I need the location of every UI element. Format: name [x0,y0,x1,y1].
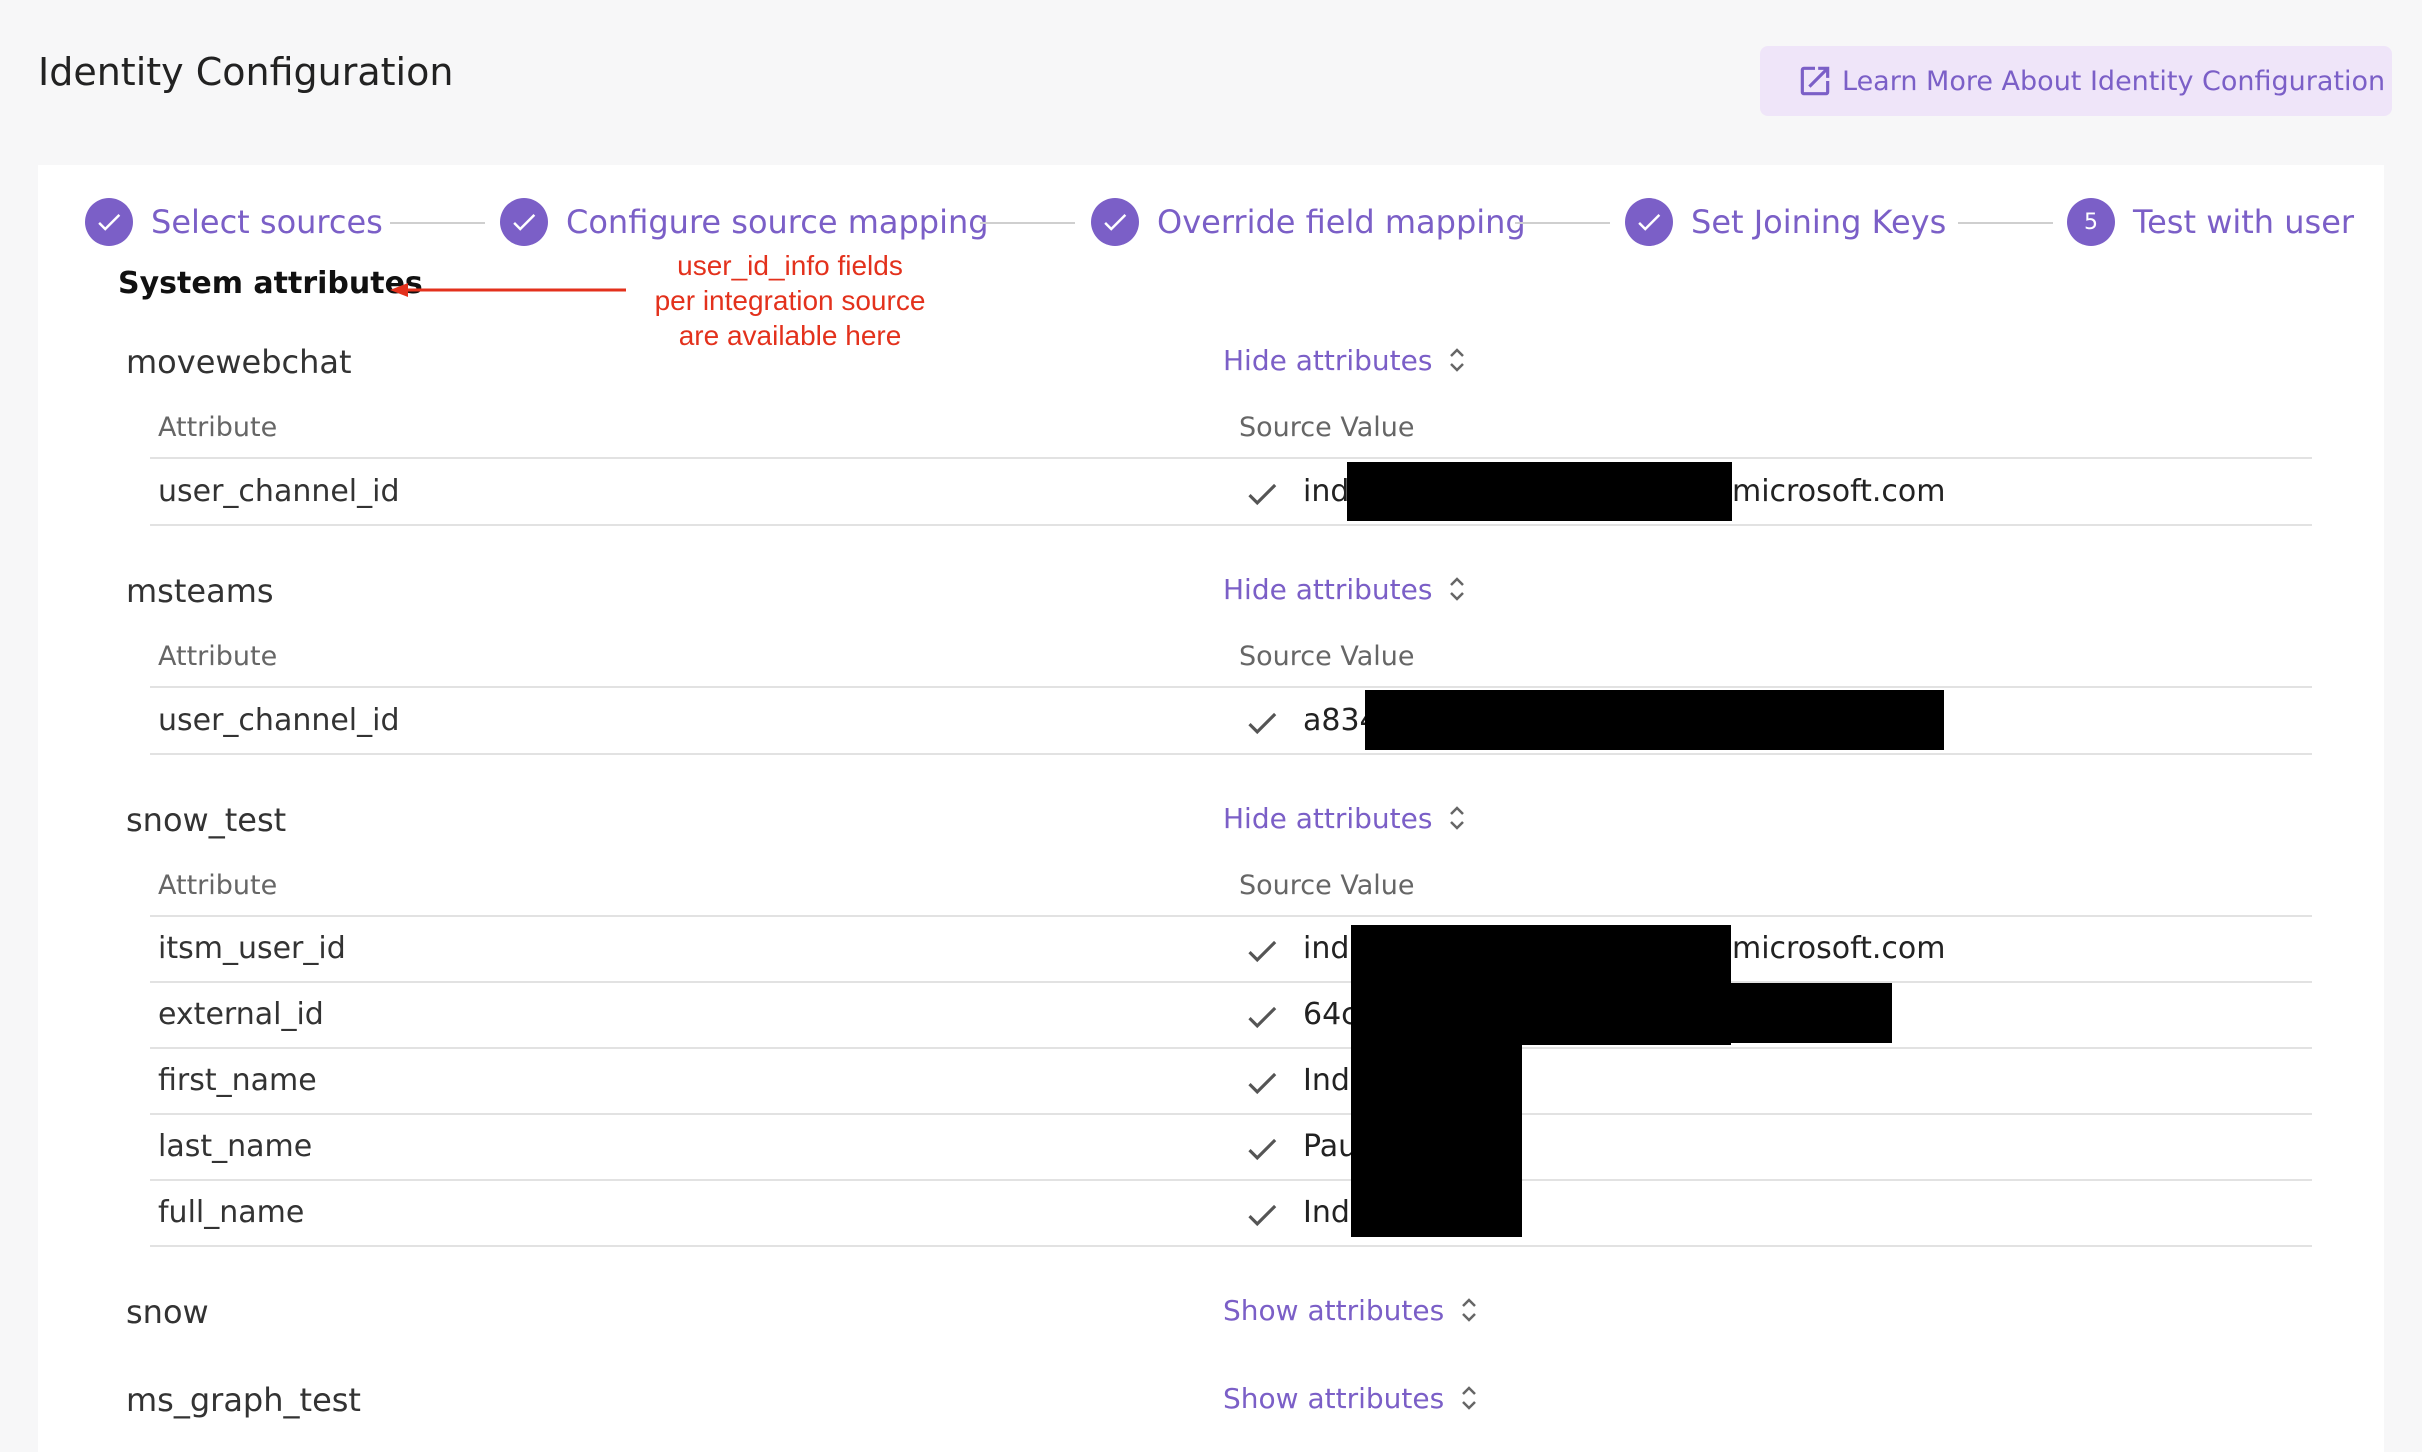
show-attributes-toggle[interactable]: Show attributes [1223,1293,1480,1327]
check-icon [1248,1006,1277,1029]
redaction-box [1347,462,1732,521]
redaction-box [1351,1040,1522,1237]
page-title: Identity Configuration [38,50,454,94]
content-card [38,165,2384,1452]
annotation-note: user_id_info fields per integration sour… [600,248,980,353]
column-header-source-value: Source Value [1239,412,1415,443]
attribute-name: last_name [158,1129,313,1164]
divider [150,524,2312,526]
divider [150,457,2312,459]
step-set-joining-keys[interactable]: Set Joining Keys [1625,198,1946,246]
check-icon [1248,1072,1277,1095]
step-connector [390,222,485,224]
toggle-label: Show attributes [1223,1381,1445,1415]
step-connector [980,222,1075,224]
annotation-line: are available here [678,320,902,351]
attribute-name: user_channel_id [158,474,400,509]
column-header-attribute: Attribute [158,412,278,443]
annotation-line: per integration source [654,285,926,316]
unfold-icon [1450,806,1465,830]
check-icon [1248,712,1277,735]
attribute-name: first_name [158,1063,317,1098]
step-connector [1515,222,1610,224]
source-name: msteams [126,572,274,610]
step-label: Test with user [2133,203,2355,241]
attribute-name: user_channel_id [158,703,400,738]
hide-attributes-toggle[interactable]: Hide attributes [1223,343,1468,377]
source-name: movewebchat [126,343,352,381]
source-value: ind [1303,931,1350,966]
annotation-arrow [390,283,626,297]
divider [150,915,2312,917]
source-name: ms_graph_test [126,1381,361,1419]
source-name: snow_test [126,801,287,839]
step-connector [1958,222,2053,224]
divider [150,753,2312,755]
step-complete-icon [85,198,133,246]
step-label: Override field mapping [1157,203,1526,241]
step-complete-icon [1625,198,1673,246]
column-header-source-value: Source Value [1239,870,1415,901]
attribute-name: itsm_user_id [158,931,346,966]
toggle-label: Show attributes [1223,1293,1445,1327]
attribute-name: full_name [158,1195,305,1230]
source-value: ind [1303,474,1350,509]
toggle-label: Hide attributes [1223,572,1433,606]
toggle-label: Hide attributes [1223,801,1433,835]
learn-more-label: Learn More About Identity Configuration [1842,65,2386,97]
source-value: Ind [1303,1195,1350,1230]
check-icon [1248,940,1277,963]
unfold-icon [1462,1298,1477,1322]
step-select-sources[interactable]: Select sources [85,198,383,246]
learn-more-button[interactable]: Learn More About Identity Configuration [1760,46,2392,116]
source-value-domain: microsoft.com [1732,474,1946,509]
divider [150,686,2312,688]
check-icon [1248,1204,1277,1227]
source-value: 64c [1303,997,1358,1032]
section-title: System attributes [118,266,423,301]
toggle-label: Hide attributes [1223,343,1433,377]
redaction-box [1351,983,1892,1043]
source-value: Ind [1303,1063,1350,1098]
step-complete-icon [500,198,548,246]
hide-attributes-toggle[interactable]: Hide attributes [1223,572,1468,606]
column-header-attribute: Attribute [158,641,278,672]
source-value: Pau [1303,1129,1358,1164]
step-number-badge: 5 [2067,198,2115,246]
unfold-icon [1450,348,1465,372]
divider [150,1179,2312,1181]
step-complete-icon [1091,198,1139,246]
step-label: Configure source mapping [566,203,989,241]
redaction-box [1365,690,1944,750]
column-header-source-value: Source Value [1239,641,1415,672]
attribute-name: external_id [158,997,324,1032]
check-icon [1248,483,1277,506]
show-attributes-toggle[interactable]: Show attributes [1223,1381,1480,1415]
step-label: Set Joining Keys [1691,203,1947,241]
divider [150,1047,2312,1049]
step-test-with-user[interactable]: 5 Test with user [2067,198,2354,246]
source-name: snow [126,1293,209,1331]
hide-attributes-toggle[interactable]: Hide attributes [1223,801,1468,835]
unfold-icon [1450,577,1465,601]
column-header-attribute: Attribute [158,870,278,901]
step-label: Select sources [151,203,383,241]
source-value-domain: microsoft.com [1732,931,1946,966]
external-link-icon [1800,66,1830,96]
divider [150,981,2312,983]
annotation-line: user_id_info fields [677,250,903,281]
divider [150,1113,2312,1115]
step-override-field-mapping[interactable]: Override field mapping [1091,198,1526,246]
unfold-icon [1462,1386,1477,1410]
step-configure-source-mapping[interactable]: Configure source mapping [500,198,989,246]
check-icon [1248,1138,1277,1161]
divider [150,1245,2312,1247]
